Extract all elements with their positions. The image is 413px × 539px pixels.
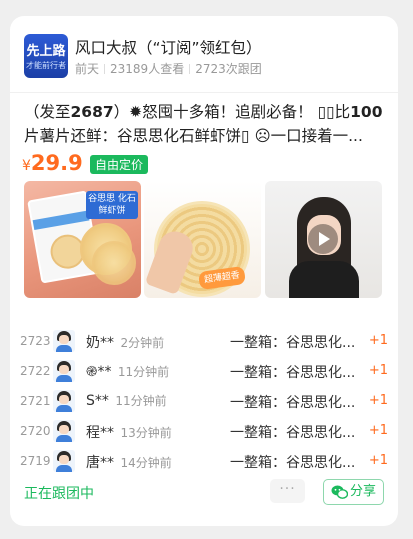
- product-image-package[interactable]: 谷思思 化石鲜虾饼: [24, 181, 141, 298]
- post-time: 前天: [75, 62, 100, 76]
- order-time: 14分钟前: [120, 456, 172, 470]
- post-prefix: （发至: [24, 103, 71, 121]
- order-number: 2720: [20, 424, 51, 438]
- post-count: 2687: [70, 103, 114, 121]
- order-time: 2分钟前: [120, 336, 165, 350]
- order-qty: +1: [368, 453, 388, 468]
- user-avatar: [53, 360, 75, 382]
- order-item: 一整箱：谷思思化...: [230, 365, 356, 381]
- user-avatar: [53, 330, 75, 352]
- cracker-graphic: [92, 241, 136, 285]
- order-time: 13分钟前: [120, 426, 172, 440]
- wechat-icon: [331, 485, 348, 499]
- price: ¥29.9: [22, 151, 83, 175]
- user-nick: 奶**: [86, 335, 114, 351]
- user-name: 程** 13分钟前: [86, 422, 172, 442]
- order-item: 一整箱：谷思思化...: [230, 395, 356, 411]
- order-row[interactable]: 2723 奶** 2分钟前 一整箱：谷思思化... +1: [20, 328, 388, 358]
- product-images: 谷思思 化石鲜虾饼 超薄超香: [24, 181, 382, 298]
- package-banner: 谷思思 化石鲜虾饼: [86, 191, 138, 219]
- order-number: 2719: [20, 454, 51, 468]
- product-image-cracker[interactable]: 超薄超香: [144, 181, 261, 298]
- user-nick: ֎**: [86, 364, 112, 380]
- product-video-thumbnail[interactable]: [265, 181, 382, 298]
- post-number: 100: [350, 103, 383, 121]
- user-name: 奶** 2分钟前: [86, 332, 164, 352]
- join-count: 2723次跟团: [195, 62, 262, 76]
- post-line-2: 片薯片还鲜：谷思思化石鲜虾饼▯ ☹一口接着一...: [24, 127, 363, 145]
- order-qty: +1: [368, 423, 388, 438]
- group-header[interactable]: 先上路 才能前行者 风口大叔（“订阅”领红包） 前天 23189人查看 2723次跟…: [24, 34, 384, 80]
- user-name: 唐** 14分钟前: [86, 452, 172, 472]
- currency-symbol: ¥: [22, 158, 31, 174]
- share-label: 分享: [350, 484, 377, 499]
- play-icon[interactable]: [308, 224, 338, 254]
- post-line-1: （发至2687）✹怒囤十多箱！追剧必备！ ▯▯比100: [24, 100, 386, 124]
- order-row[interactable]: 2722 ֎** 11分钟前 一整箱：谷思思化... +1: [20, 358, 388, 388]
- following-status[interactable]: 正在跟团中: [24, 483, 94, 503]
- avatar-text-top: 先上路: [26, 44, 66, 59]
- order-qty: +1: [368, 393, 388, 408]
- group-buy-card: 先上路 才能前行者 风口大叔（“订阅”领红包） 前天 23189人查看 2723次跟…: [10, 16, 398, 526]
- order-row[interactable]: 2721 S** 11分钟前 一整箱：谷思思化... +1: [20, 388, 388, 418]
- order-qty: +1: [368, 363, 388, 378]
- order-row[interactable]: 2720 程** 13分钟前 一整箱：谷思思化... +1: [20, 418, 388, 448]
- order-item: 一整箱：谷思思化...: [230, 335, 356, 351]
- meta-divider: [189, 64, 191, 74]
- order-number: 2721: [20, 394, 51, 408]
- meta-divider: [104, 64, 106, 74]
- order-list: 2723 奶** 2分钟前 一整箱：谷思思化... +1 2722 ֎** 11…: [20, 328, 388, 478]
- order-row[interactable]: 2719 唐** 14分钟前 一整箱：谷思思化... +1: [20, 448, 388, 478]
- order-number: 2723: [20, 334, 51, 348]
- share-button[interactable]: 分享: [323, 479, 384, 505]
- more-button[interactable]: ···: [270, 479, 305, 503]
- order-item: 一整箱：谷思思化...: [230, 455, 356, 471]
- price-value: 29.9: [30, 151, 83, 175]
- order-item: 一整箱：谷思思化...: [230, 425, 356, 441]
- user-name: ֎** 11分钟前: [86, 362, 169, 381]
- user-avatar: [53, 420, 75, 442]
- user-nick: 唐**: [86, 455, 114, 471]
- order-time: 11分钟前: [117, 365, 170, 379]
- user-nick: S**: [86, 393, 109, 409]
- user-nick: 程**: [86, 425, 114, 441]
- header-divider: [10, 92, 398, 93]
- free-pricing-tag: 自由定价: [90, 155, 149, 174]
- order-number: 2722: [20, 364, 51, 378]
- user-name: S** 11分钟前: [86, 392, 167, 409]
- group-meta: 前天 23189人查看 2723次跟团: [75, 60, 262, 77]
- post-headline: ）✹怒囤十多箱！追剧必备！ ▯▯比: [113, 103, 351, 121]
- group-name[interactable]: 风口大叔（“订阅”领红包）: [75, 36, 262, 58]
- order-time: 11分钟前: [115, 394, 167, 408]
- user-avatar: [53, 450, 75, 472]
- user-avatar: [53, 390, 75, 412]
- view-count: 23189人查看: [110, 62, 185, 76]
- order-qty: +1: [368, 333, 388, 348]
- avatar-text-bottom: 才能前行者: [26, 61, 66, 70]
- group-avatar[interactable]: 先上路 才能前行者: [24, 34, 68, 78]
- post-text[interactable]: （发至2687）✹怒囤十多箱！追剧必备！ ▯▯比100 片薯片还鲜：谷思思化石鲜…: [24, 100, 386, 148]
